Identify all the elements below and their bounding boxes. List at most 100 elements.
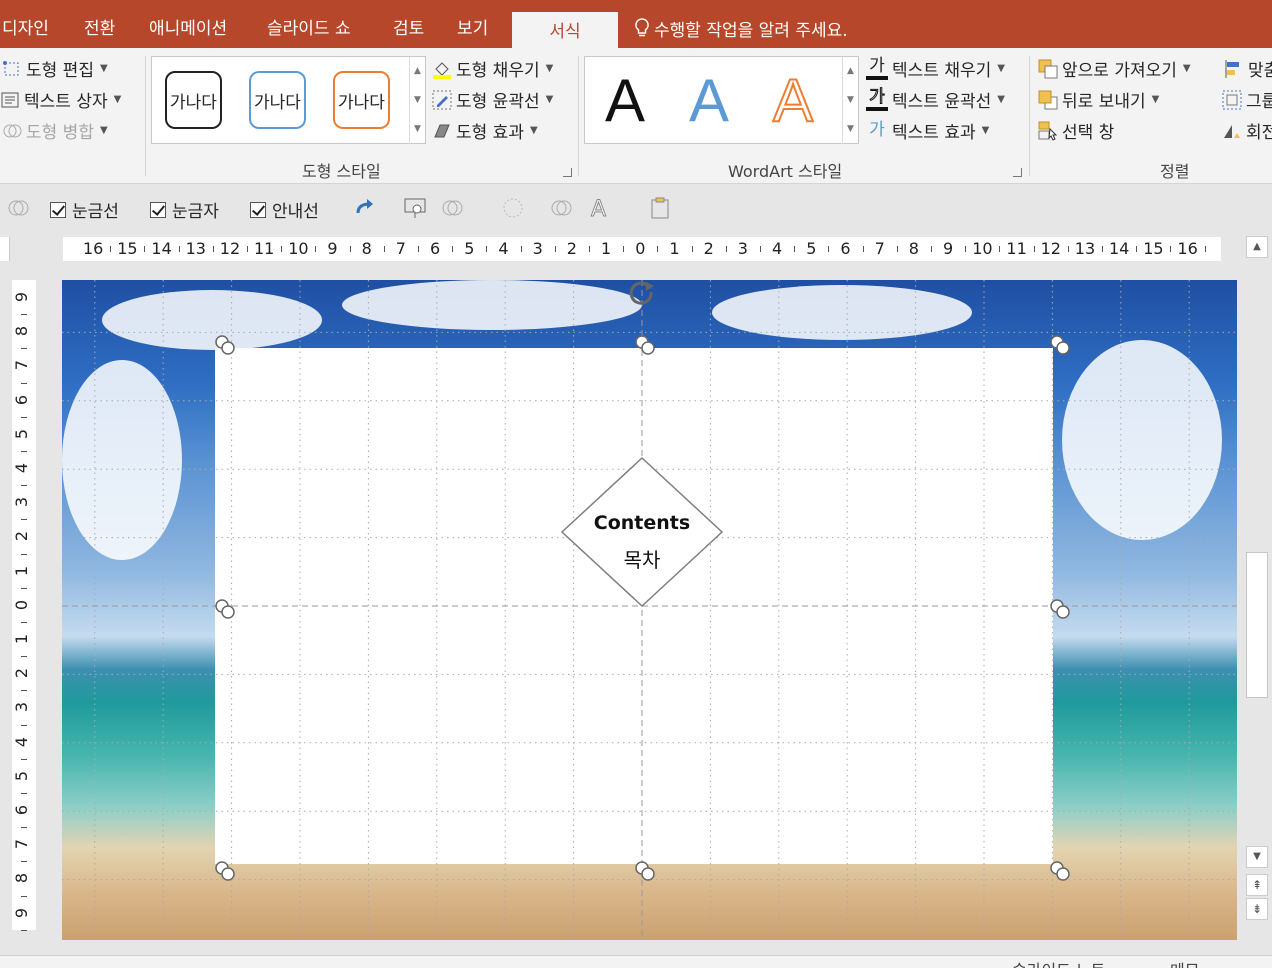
shape-style-swatch-2[interactable]: 가나다 xyxy=(249,71,306,129)
tab-review[interactable]: 검토 xyxy=(393,14,424,39)
text-effects-button[interactable]: 가 텍스트 효과 ▼ xyxy=(866,118,989,144)
ruler-tick-label: 2 xyxy=(12,668,32,679)
scroll-down-button[interactable]: ▼ xyxy=(1246,846,1268,868)
ruler-tick-label: 2 xyxy=(12,531,32,542)
notes-button[interactable]: 슬라이드 노트 xyxy=(1012,957,1105,968)
dialog-launcher-icon[interactable] xyxy=(563,168,572,177)
wordart-style-2[interactable]: A xyxy=(689,63,729,139)
group-button[interactable]: 그룹 xyxy=(1222,87,1272,112)
gallery-scroll-up[interactable]: ▲ xyxy=(842,57,858,86)
ruler-tick xyxy=(21,861,27,863)
wordart-style-1[interactable]: A xyxy=(605,63,645,139)
ruler-tick xyxy=(588,246,590,252)
tab-slideshow[interactable]: 슬라이드 쇼 xyxy=(267,14,351,39)
gridlines-checkbox[interactable]: 눈금선 xyxy=(50,197,119,222)
dialog-launcher-icon[interactable] xyxy=(1013,168,1022,177)
bring-forward-button[interactable]: 앞으로 가져오기 ▼ xyxy=(1038,56,1191,81)
shape-outline-button[interactable]: 도형 윤곽선 ▼ xyxy=(432,87,553,112)
ruler-tick-label: 1 xyxy=(12,633,32,645)
ruler-tick xyxy=(657,246,659,252)
ruler-tick-label: 3 xyxy=(12,497,32,508)
clipboard-icon[interactable] xyxy=(648,195,674,221)
merge-shapes-button[interactable]: 도형 병합 ▼ xyxy=(2,118,108,143)
ruler-tick xyxy=(21,485,27,487)
text-outline-button[interactable]: 가 텍스트 윤곽선 ▼ xyxy=(866,87,1005,112)
gallery-scroll-down[interactable]: ▼ xyxy=(409,86,425,115)
slide-canvas[interactable]: Contents 목차 xyxy=(62,280,1237,940)
rotate-button[interactable]: 회전 xyxy=(1222,118,1272,143)
align-button[interactable]: 맞춤 xyxy=(1224,56,1272,81)
text-box-icon xyxy=(0,90,20,110)
ruler-tick-label: 12 xyxy=(219,239,241,258)
ruler-tick xyxy=(1204,246,1206,252)
comments-button[interactable]: 메모 xyxy=(1170,957,1199,968)
ruler-tick xyxy=(21,656,27,658)
gallery-more-button[interactable]: ▼ xyxy=(842,115,858,144)
checkbox-checked-icon xyxy=(50,201,66,218)
tab-view[interactable]: 보기 xyxy=(457,14,488,39)
svg-text:A: A xyxy=(591,197,606,221)
ruler-tick-label: 1 xyxy=(601,239,612,258)
scrollbar-thumb[interactable] xyxy=(1246,552,1268,698)
shape-effects-icon xyxy=(432,121,452,141)
ruler-tick-label: 8 xyxy=(12,326,32,337)
text-fill-icon: 가 xyxy=(866,57,888,80)
bring-forward-label: 앞으로 가져오기 xyxy=(1062,61,1177,81)
merge-shapes-icon[interactable] xyxy=(6,195,32,221)
ruler-tick-label: 9 xyxy=(12,907,32,918)
shape-style-swatch-3[interactable]: 가나다 xyxy=(333,71,390,129)
edit-shape-button[interactable]: 도형 편집 ▼ xyxy=(2,56,108,81)
selection-pane-icon xyxy=(1038,121,1058,141)
contents-diamond-shape[interactable]: Contents 목차 xyxy=(560,456,724,608)
text-fill-button[interactable]: 가 텍스트 채우기 ▼ xyxy=(866,56,1005,81)
ruler-tick-label: 4 xyxy=(12,462,32,474)
slideshow-icon[interactable] xyxy=(402,195,428,221)
shape-style-swatch-1[interactable]: 가나다 xyxy=(165,71,222,129)
text-effects-icon[interactable]: A xyxy=(588,195,614,222)
chevron-down-icon: ▼ xyxy=(99,125,108,136)
guides-checkbox[interactable]: 안내선 xyxy=(250,197,319,222)
wordart-style-3[interactable]: A xyxy=(772,63,814,139)
tab-transitions[interactable]: 전환 xyxy=(84,14,115,39)
shape-intersect-icon[interactable] xyxy=(549,195,575,221)
selection-pane-button[interactable]: 선택 창 xyxy=(1038,118,1114,143)
checkbox-checked-icon xyxy=(150,201,166,218)
ruler-tick-label: 5 xyxy=(464,239,475,258)
horizontal-ruler[interactable]: 16 15 14 13 12 11 10 9 8 7 6 5 4 3 2 1 0 1 2 3 4 5 6 7 8 9 10 11 12 1… xyxy=(63,237,1221,261)
scroll-up-button[interactable]: ▲ xyxy=(1246,236,1268,258)
ruler-tick-label: 7 xyxy=(12,839,32,850)
status-bar: 슬라이드 노트 메모 xyxy=(0,955,1272,968)
tell-me-search[interactable]: 수행할 작업을 알려 주세요. xyxy=(634,16,848,41)
shape-effects-button[interactable]: 도형 효과 ▼ xyxy=(432,118,538,143)
gallery-scroll-down[interactable]: ▼ xyxy=(842,86,858,115)
shape-fill-button[interactable]: 도형 채우기 ▼ xyxy=(432,56,553,81)
vertical-scrollbar[interactable]: ▲ ▼ ⇞ ⇟ xyxy=(1244,234,1270,934)
merge-shapes-icon[interactable] xyxy=(440,195,466,221)
ruler-tick-label: 4 xyxy=(12,736,32,747)
shape-union-icon[interactable] xyxy=(500,195,526,221)
tab-animations[interactable]: 애니메이션 xyxy=(149,14,227,39)
redo-arrow-icon[interactable] xyxy=(352,195,378,221)
next-slide-button[interactable]: ⇟ xyxy=(1246,898,1268,920)
ruler-tick xyxy=(21,758,27,760)
text-box-button[interactable]: 텍스트 상자 ▼ xyxy=(0,87,121,112)
ruler-tick-label: 6 xyxy=(12,804,32,816)
send-backward-button[interactable]: 뒤로 보내기 ▼ xyxy=(1038,87,1159,112)
tab-format[interactable]: 서식 xyxy=(512,12,618,48)
ruler-tick-label: 11 xyxy=(254,239,275,258)
quick-access-toolbar: 눈금선 눈금자 안내선 A xyxy=(0,185,1272,231)
ruler-tick xyxy=(725,246,727,252)
ruler-checkbox[interactable]: 눈금자 xyxy=(150,197,219,222)
ruler-tick-label: 10 xyxy=(972,239,993,258)
tab-design[interactable]: 디자인 xyxy=(2,14,49,39)
ruler-tick xyxy=(794,246,796,252)
previous-slide-button[interactable]: ⇞ xyxy=(1246,874,1268,896)
group-separator xyxy=(578,56,579,176)
ruler-tick xyxy=(246,246,248,252)
ruler-tick-label: 5 xyxy=(806,239,817,258)
gallery-scroll-up[interactable]: ▲ xyxy=(409,57,425,86)
bring-forward-icon xyxy=(1038,59,1058,79)
ribbon: 도형 편집 ▼ 텍스트 상자 ▼ 도형 병합 ▼ 가나다 가나다 가나다 ▲ ▼ ▼ … xyxy=(0,48,1272,184)
gallery-more-button[interactable]: ▼ xyxy=(409,115,425,144)
vertical-ruler[interactable]: 9 8 7 6 5 4 3 2 1 0 1 2 3 4 5 6 7 8 9 xyxy=(12,280,36,931)
